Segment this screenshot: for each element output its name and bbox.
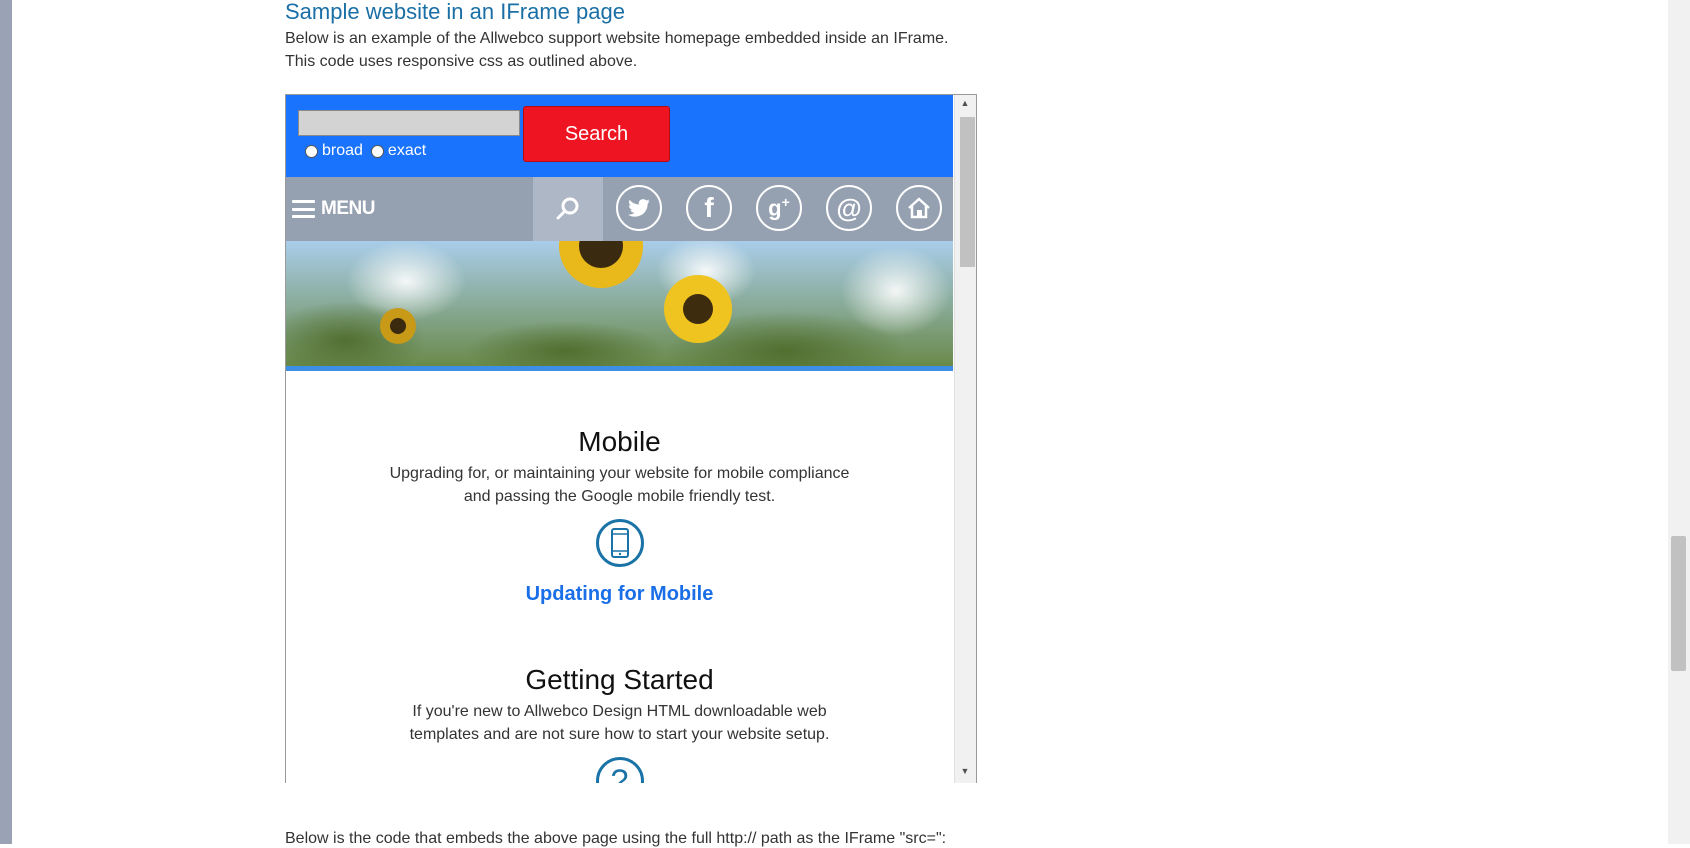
scroll-up-arrow-icon[interactable]: ▲ (959, 98, 971, 108)
radio-exact-label[interactable]: exact (388, 142, 426, 160)
page-scrollbar-thumb[interactable] (1671, 536, 1686, 671)
left-gutter (0, 0, 12, 844)
hamburger-icon (292, 200, 315, 218)
nav-search-button[interactable] (533, 177, 603, 241)
page-scrollbar[interactable] (1668, 0, 1690, 844)
iframe-navbar: MENU f g+ @ (286, 177, 953, 241)
facebook-button[interactable]: f (686, 185, 732, 231)
iframe-search-button[interactable]: Search (523, 106, 670, 162)
menu-label: MENU (321, 198, 375, 219)
section-getting-started-text: If you're new to Allwebco Design HTML do… (286, 700, 953, 746)
email-button[interactable]: @ (826, 185, 872, 231)
section-mobile-title: Mobile (578, 426, 661, 457)
scroll-down-arrow-icon[interactable]: ▼ (959, 766, 971, 776)
search-mode-radios: broad exact (305, 142, 434, 160)
twitter-button[interactable] (616, 185, 662, 231)
iframe-content: broad exact Search MENU f g+ @ Mobile Up… (286, 95, 953, 783)
mobile-phone-icon[interactable] (595, 519, 644, 567)
google-plus-button[interactable]: g+ (756, 185, 802, 231)
section-getting-started-text-line-2: templates and are not sure how to start … (409, 726, 830, 743)
section-getting-started-text-line-1: If you're new to Allwebco Design HTML do… (412, 703, 827, 720)
radio-broad[interactable] (305, 144, 318, 158)
email-icon: @ (836, 192, 862, 223)
section-getting-started-title: Getting Started (525, 664, 714, 695)
page-heading: Sample website in an IFrame page (285, 0, 625, 24)
section-getting-started: Getting Started If you're new to Allwebc… (286, 664, 953, 783)
embedded-iframe[interactable]: broad exact Search MENU f g+ @ Mobile Up… (285, 94, 977, 783)
intro-text: Below is an example of the Allwebco supp… (285, 27, 949, 73)
sunflower-photo (286, 241, 953, 366)
radio-exact[interactable] (370, 144, 384, 158)
google-plus-icon: g+ (768, 194, 790, 221)
facebook-icon: f (704, 192, 714, 223)
radio-broad-label[interactable]: broad (322, 142, 363, 160)
iframe-scrollbar[interactable]: ▲ ▼ (954, 95, 976, 783)
iframe-search-input[interactable] (298, 110, 520, 136)
intro-line-2: This code uses responsive css as outline… (285, 53, 638, 70)
below-text: Below is the code that embeds the above … (285, 830, 947, 847)
iframe-search-bar: broad exact Search (286, 95, 953, 177)
section-mobile-text: Upgrading for, or maintaining your websi… (286, 462, 953, 508)
intro-line-1: Below is an example of the Allwebco supp… (285, 30, 949, 47)
menu-button[interactable]: MENU (292, 177, 375, 241)
sunflower-banner-image (286, 241, 953, 366)
home-button[interactable] (896, 185, 942, 231)
search-icon (556, 197, 579, 220)
section-mobile: Mobile Upgrading for, or maintaining you… (286, 426, 953, 606)
updating-for-mobile-link[interactable]: Updating for Mobile (286, 583, 953, 606)
section-mobile-text-line-2: and passing the Google mobile friendly t… (463, 488, 776, 505)
banner-divider (286, 366, 953, 371)
iframe-scrollbar-thumb[interactable] (960, 117, 975, 267)
twitter-icon (628, 199, 650, 217)
question-mark-icon[interactable]: ? (595, 757, 644, 783)
home-icon (908, 197, 930, 219)
section-mobile-text-line-1: Upgrading for, or maintaining your websi… (389, 465, 850, 482)
